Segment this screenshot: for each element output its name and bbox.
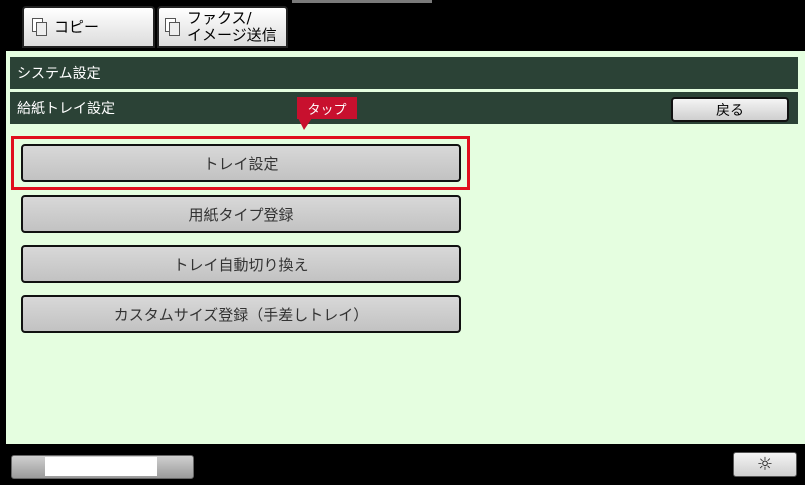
- tab-fax-image-send[interactable]: ファクス/ イメージ送信: [157, 6, 288, 48]
- tab-fax-label-line1: ファクス/: [187, 9, 252, 27]
- paper-type-registration-button[interactable]: 用紙タイプ登録: [21, 195, 461, 233]
- tab-copy[interactable]: コピー: [22, 6, 155, 48]
- tab-fax-label: ファクス/ イメージ送信: [187, 10, 277, 44]
- auto-tray-switching-button[interactable]: トレイ自動切り換え: [21, 245, 461, 283]
- status-display: [45, 457, 157, 476]
- custom-size-registration-button[interactable]: カスタムサイズ登録（手差しトレイ）: [21, 295, 461, 333]
- fax-icon: [165, 18, 181, 36]
- brightness-button[interactable]: ☼: [733, 452, 797, 477]
- top-strip: [292, 0, 432, 3]
- copy-icon: [32, 18, 48, 36]
- brightness-icon: ☼: [756, 454, 774, 475]
- tray-settings-button[interactable]: トレイ設定: [21, 144, 461, 182]
- tab-copy-label: コピー: [54, 17, 100, 36]
- tab-fax-label-line2: イメージ送信: [187, 26, 277, 44]
- tap-callout: タップ: [297, 97, 357, 119]
- page-title: システム設定: [10, 57, 798, 89]
- tap-callout-arrow-icon: [298, 118, 312, 130]
- back-button[interactable]: 戻る: [671, 97, 789, 122]
